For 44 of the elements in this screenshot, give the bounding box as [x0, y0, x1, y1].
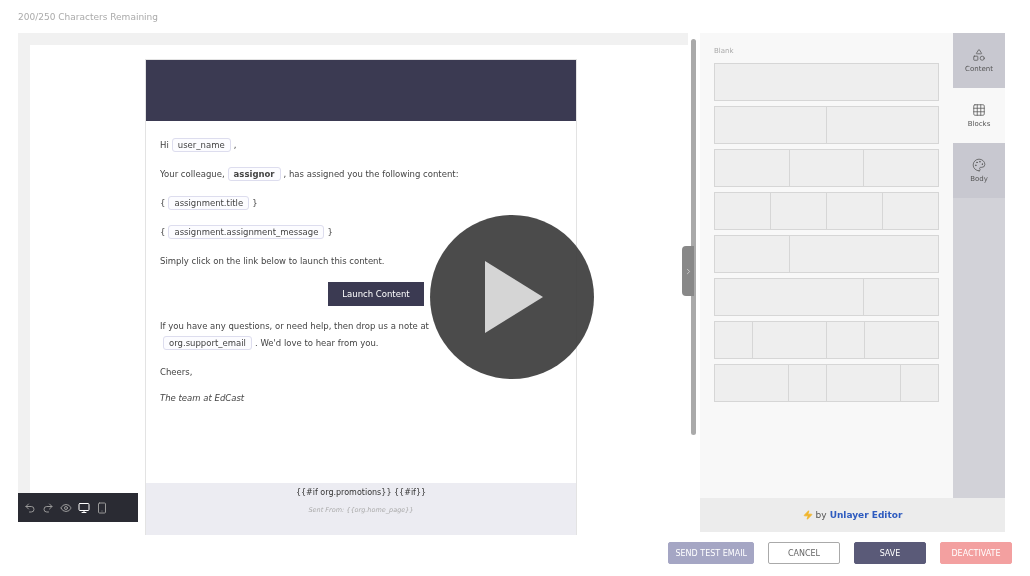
preview-icon[interactable] [60, 501, 72, 514]
block-layout[interactable] [714, 321, 939, 359]
signature-text: The team at EdCast [160, 393, 246, 403]
email-text: If you have any questions, or need help, then drop us a note at [160, 321, 429, 331]
merge-tag: user_name [171, 138, 231, 152]
merge-tag: org.support_email [163, 336, 252, 350]
shapes-icon [972, 48, 986, 62]
closing-text: Cheers, [160, 366, 194, 379]
launch-content-button[interactable]: Launch Content [328, 282, 424, 306]
block-layout[interactable] [714, 192, 939, 230]
email-text: { [160, 198, 166, 208]
collapse-handle[interactable] [682, 246, 694, 296]
email-text: } [252, 198, 258, 208]
email-text: Your colleague, [160, 169, 225, 179]
email-text: Hi [160, 140, 169, 150]
block-layout[interactable] [714, 235, 939, 273]
email-text: , has assigned you the following content: [283, 169, 459, 179]
branding-link[interactable]: Unlayer Editor [829, 510, 903, 520]
block-layout[interactable] [714, 278, 939, 316]
email-text: } [327, 227, 333, 237]
save-button[interactable]: SAVE [854, 542, 926, 564]
character-counter: 200/250 Characters Remaining [18, 10, 160, 24]
email-text: . We'd love to hear from you. [255, 338, 379, 348]
merge-tag: assignment.title [168, 196, 250, 210]
branding-text: by [815, 510, 827, 520]
email-text: { [160, 227, 166, 237]
block-layout[interactable] [714, 149, 939, 187]
palette-icon [972, 158, 986, 172]
merge-tag: assignor [227, 167, 281, 181]
cancel-button[interactable]: CANCEL [768, 542, 840, 564]
block-layout[interactable] [714, 364, 939, 402]
mobile-icon[interactable] [96, 501, 108, 514]
scrollbar[interactable] [691, 39, 696, 435]
email-text: Simply click on the link below to launch this content. [160, 256, 385, 266]
lightning-icon [802, 510, 813, 520]
footer-text: {{#if org.promotions}} {{#if}} [295, 488, 427, 497]
block-layout[interactable] [714, 106, 939, 144]
merge-tag: assignment.assignment_message [168, 225, 325, 239]
grid-icon [972, 103, 986, 117]
desktop-icon[interactable] [78, 501, 90, 514]
undo-icon[interactable] [24, 501, 36, 514]
email-text: , [233, 140, 237, 150]
block-layout[interactable] [714, 63, 939, 101]
redo-icon[interactable] [42, 501, 54, 514]
